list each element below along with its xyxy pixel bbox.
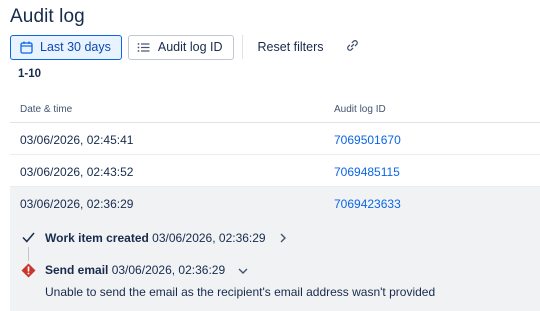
- date-range-filter-button[interactable]: Last 30 days: [10, 34, 122, 60]
- link-icon: [346, 39, 359, 55]
- filter-toolbar: Last 30 days Audit log ID Reset filters: [10, 34, 372, 60]
- table-header: Date & time Audit log ID: [10, 98, 540, 123]
- list-icon: [137, 40, 151, 54]
- timeline-connector: [28, 247, 29, 261]
- table-row[interactable]: 03/06/2026, 02:43:52 7069485115: [10, 155, 540, 187]
- step-error-message: Unable to send the email as the recipien…: [45, 285, 436, 299]
- toolbar-divider: [241, 35, 243, 59]
- reset-filters-button[interactable]: Reset filters: [249, 35, 333, 60]
- step-time: 03/06/2026, 02:36:29: [152, 231, 266, 245]
- row-audit-log-id-link[interactable]: 7069485115: [334, 165, 400, 179]
- copy-link-button[interactable]: [339, 35, 366, 60]
- row-date-time: 03/06/2026, 02:45:41: [20, 133, 134, 147]
- error-icon: [21, 263, 36, 281]
- success-check-icon: [22, 232, 35, 246]
- table-row-expanded[interactable]: 03/06/2026, 02:36:29 7069423633 Work ite…: [10, 187, 540, 311]
- row-audit-log-id-link[interactable]: 7069501670: [334, 133, 401, 147]
- table-row[interactable]: 03/06/2026, 02:45:41 7069501670: [10, 123, 540, 155]
- row-date-time: 03/06/2026, 02:43:52: [20, 165, 134, 179]
- chevron-right-icon[interactable]: [279, 232, 287, 246]
- row-audit-log-id-link[interactable]: 7069423633: [334, 197, 401, 211]
- audit-log-id-filter-button[interactable]: Audit log ID: [127, 34, 234, 60]
- step-title: Work item created: [45, 231, 149, 245]
- step-time: 03/06/2026, 02:36:29: [111, 263, 226, 277]
- calendar-icon: [19, 40, 33, 54]
- audit-log-id-filter-label: Audit log ID: [157, 40, 223, 54]
- audit-log-page: Audit log Last 30 days Audit log ID Rese…: [0, 0, 540, 311]
- page-title: Audit log: [10, 6, 85, 27]
- row-date-time: 03/06/2026, 02:36:29: [20, 197, 134, 211]
- step-send-email: Send email 03/06/2026, 02:36:29: [45, 263, 248, 278]
- column-header-audit-log-id[interactable]: Audit log ID: [334, 104, 386, 115]
- step-title: Send email: [45, 263, 109, 277]
- results-range: 1-10: [18, 68, 42, 80]
- column-header-date-time[interactable]: Date & time: [20, 104, 72, 115]
- date-range-filter-label: Last 30 days: [40, 40, 111, 54]
- chevron-down-icon[interactable]: [238, 264, 248, 278]
- step-work-item-created: Work item created 03/06/2026, 02:36:29: [45, 231, 287, 246]
